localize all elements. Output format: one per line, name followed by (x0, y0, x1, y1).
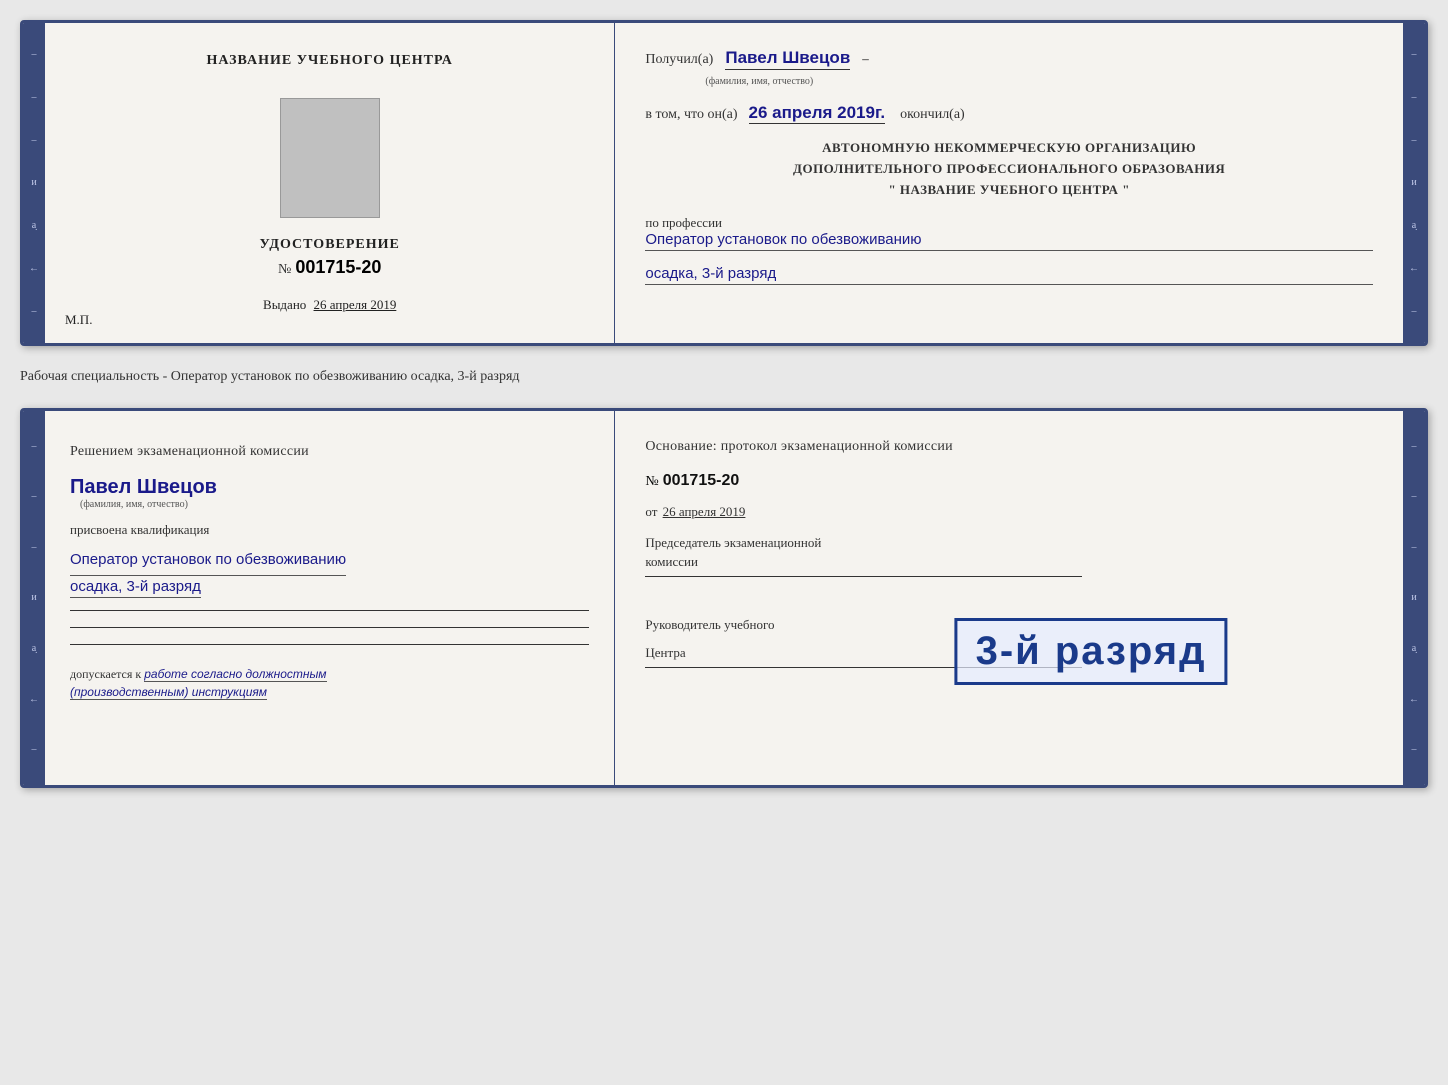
permitted-label: допускается к (70, 667, 141, 681)
separator3 (70, 644, 589, 645)
profession-block: по профессии Оператор установок по обезв… (645, 215, 1373, 251)
decoration-tick: – (1412, 92, 1417, 103)
issued-label: Выдано (263, 297, 306, 312)
page-container: – – – и а̣ ← – НАЗВАНИЕ УЧЕБНОГО ЦЕНТРА … (20, 20, 1428, 788)
doc1-inner: НАЗВАНИЕ УЧЕБНОГО ЦЕНТРА УДОСТОВЕРЕНИЕ №… (45, 23, 1403, 343)
cert-title: УДОСТОВЕРЕНИЕ (259, 237, 399, 253)
decoration-tick: ← (1409, 263, 1419, 274)
doc2-inner: Решением экзаменационной комиссии Павел … (45, 411, 1403, 785)
doc2-right: Основание: протокол экзаменационной коми… (615, 411, 1403, 785)
fio-subtitle-2: (фамилия, имя, отчество) (80, 499, 217, 510)
profession-value: Оператор установок по обезвоживанию (645, 231, 1373, 251)
right-decoration-2: – – – и а̣ ← – (1403, 411, 1425, 785)
permitted-value: работе согласно должностным (144, 667, 326, 682)
cert-number: 001715-20 (295, 257, 381, 277)
right-decoration: – – – и а̣ ← – (1403, 23, 1425, 343)
decoration-tick: – (1412, 491, 1417, 502)
rank-value: осадка, 3-й разряд (645, 265, 1373, 285)
date-line: от 26 апреля 2019 (645, 504, 1373, 520)
doc1-right: Получил(а) Павел Швецов – (фамилия, имя,… (615, 23, 1403, 343)
decoration-tick: и (1411, 177, 1416, 188)
date-prefix: от (645, 504, 657, 519)
protocol-prefix: № (645, 474, 658, 489)
decoration-tick: – (1412, 49, 1417, 60)
received-line: Получил(а) Павел Швецов – (фамилия, имя,… (645, 48, 1373, 89)
doc1-left: НАЗВАНИЕ УЧЕБНОГО ЦЕНТРА УДОСТОВЕРЕНИЕ №… (45, 23, 615, 343)
mp-label: М.П. (65, 312, 92, 328)
cert-number-prefix: № (278, 262, 291, 277)
permitted-block: допускается к работе согласно должностны… (70, 665, 327, 701)
stamp-text: 3-й разряд (976, 629, 1207, 674)
stamp-overlay: 3-й разряд (955, 618, 1228, 685)
decoration-tick: – (32, 441, 37, 452)
person-name-2: Павел Швецов (70, 476, 217, 499)
received-label: Получил(а) (645, 52, 713, 67)
decoration-tick: ← (1409, 694, 1419, 705)
middle-description: Рабочая специальность - Оператор установ… (20, 364, 1428, 390)
decoration-tick: а̣ (32, 220, 36, 231)
issued-date: 26 апреля 2019 (314, 297, 397, 312)
decoration-tick: – (1412, 744, 1417, 755)
decoration-tick: – (32, 49, 37, 60)
decoration-tick: – (1412, 542, 1417, 553)
decoration-tick: – (1412, 135, 1417, 146)
left-decoration: – – – и а̣ ← – (23, 23, 45, 343)
decoration-tick: – (32, 491, 37, 502)
profession-label: по профессии (645, 215, 1373, 231)
top-document: – – – и а̣ ← – НАЗВАНИЕ УЧЕБНОГО ЦЕНТРА … (20, 20, 1428, 346)
qualification-line2: осадка, 3-й разряд (70, 578, 201, 598)
qualification-block: Оператор установок по обезвоживанию осад… (70, 546, 346, 598)
completed-line: в том, что он(а) 26 апреля 2019г. окончи… (645, 103, 1373, 124)
left-decoration-2: – – – и а̣ ← – (23, 411, 45, 785)
decoration-tick: ← (29, 263, 39, 274)
photo-placeholder (280, 98, 380, 218)
chairman-label2: комиссии (645, 553, 1373, 571)
decoration-tick: – (1412, 441, 1417, 452)
decision-text: Решением экзаменационной комиссии (70, 441, 309, 463)
separator2 (70, 627, 589, 628)
decoration-tick: – (32, 744, 37, 755)
decoration-tick: – (1412, 306, 1417, 317)
decoration-tick: – (32, 306, 37, 317)
decoration-tick: – (32, 135, 37, 146)
issued-line: Выдано 26 апреля 2019 (263, 297, 396, 313)
rank-block: осадка, 3-й разряд (645, 265, 1373, 285)
center-title: НАЗВАНИЕ УЧЕБНОГО ЦЕНТРА (206, 53, 452, 69)
chairman-signature-line (645, 576, 1082, 577)
chairman-block: Председатель экзаменационной комиссии (645, 534, 1373, 576)
dash1: – (862, 51, 869, 66)
basis-text: Основание: протокол экзаменационной коми… (645, 436, 1373, 458)
org-line3: " НАЗВАНИЕ УЧЕБНОГО ЦЕНТРА " (645, 180, 1373, 201)
decoration-tick: и (31, 592, 36, 603)
decoration-tick: – (32, 92, 37, 103)
date-value: 26 апреля 2019г. (749, 103, 886, 124)
decoration-tick: ← (29, 694, 39, 705)
assigned-label: присвоена квалификация (70, 522, 209, 538)
decoration-tick: – (32, 542, 37, 553)
in-that-label: в том, что он(а) (645, 107, 737, 123)
separator1 (70, 610, 589, 611)
decoration-tick: а̣ (1412, 643, 1416, 654)
decoration-tick: и (31, 177, 36, 188)
permitted-value2: (производственным) инструкциям (70, 685, 267, 700)
org-line2: ДОПОЛНИТЕЛЬНОГО ПРОФЕССИОНАЛЬНОГО ОБРАЗО… (645, 159, 1373, 180)
fio-subtitle: (фамилия, имя, отчество) (705, 76, 813, 87)
chairman-label: Председатель экзаменационной (645, 534, 1373, 552)
finished-label: окончил(а) (900, 107, 965, 123)
org-block: АВТОНОМНУЮ НЕКОММЕРЧЕСКУЮ ОРГАНИЗАЦИЮ ДО… (645, 138, 1373, 200)
org-line1: АВТОНОМНУЮ НЕКОММЕРЧЕСКУЮ ОРГАНИЗАЦИЮ (645, 138, 1373, 159)
bottom-document: – – – и а̣ ← – Решением экзаменационной … (20, 408, 1428, 788)
date-value-2: 26 апреля 2019 (663, 504, 746, 519)
qualification-line1: Оператор установок по обезвоживанию (70, 546, 346, 576)
person-name: Павел Швецов (725, 48, 850, 70)
protocol-line: № 001715-20 (645, 472, 1373, 490)
protocol-number: 001715-20 (663, 472, 740, 489)
person-block-2: Павел Швецов (фамилия, имя, отчество) (70, 471, 217, 510)
decoration-tick: и (1411, 592, 1416, 603)
doc2-left: Решением экзаменационной комиссии Павел … (45, 411, 615, 785)
decoration-tick: а̣ (32, 643, 36, 654)
decoration-tick: а̣ (1412, 220, 1416, 231)
